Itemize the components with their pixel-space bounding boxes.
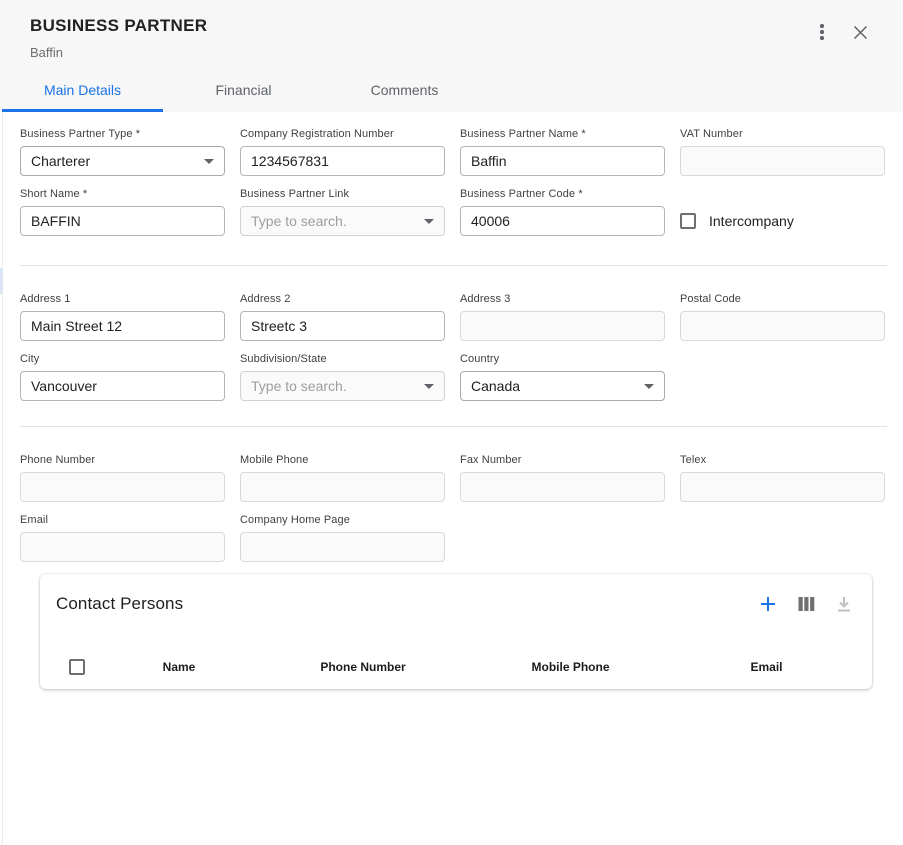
select-all-checkbox[interactable] <box>69 659 85 675</box>
vat-number-input[interactable] <box>680 146 885 176</box>
field-country: Country Canada <box>460 353 665 401</box>
placeholder-text: Type to search. <box>251 378 347 394</box>
field-label: Fax Number <box>460 454 665 467</box>
field-label: City <box>20 353 225 366</box>
company-registration-number-input[interactable] <box>240 146 445 176</box>
country-select[interactable]: Canada <box>460 371 665 401</box>
field-label: Telex <box>680 454 885 467</box>
field-address-3: Address 3 <box>460 293 665 341</box>
telex-input[interactable] <box>680 472 885 502</box>
main-details-panel: Business Partner Type * Charterer Compan… <box>0 112 903 689</box>
field-phone-number: Phone Number <box>20 454 225 502</box>
contact-persons-title: Contact Persons <box>56 594 183 614</box>
field-company-home-page: Company Home Page <box>240 514 445 562</box>
columns-icon[interactable] <box>796 594 816 614</box>
selected-value: Canada <box>471 378 520 394</box>
field-mobile-phone: Mobile Phone <box>240 454 445 502</box>
field-business-partner-code: Business Partner Code * <box>460 188 665 236</box>
add-contact-icon[interactable] <box>758 594 778 614</box>
fax-number-input[interactable] <box>460 472 665 502</box>
field-vat-number: VAT Number <box>680 128 885 176</box>
company-home-page-input[interactable] <box>240 532 445 562</box>
field-label: Business Partner Code * <box>460 188 665 201</box>
field-business-partner-link: Business Partner Link Type to search. <box>240 188 445 236</box>
field-intercompany: Intercompany <box>680 188 885 236</box>
close-icon[interactable] <box>849 21 871 43</box>
tab-financial[interactable]: Financial <box>163 70 324 112</box>
chevron-down-icon <box>424 384 434 389</box>
short-name-input[interactable] <box>20 206 225 236</box>
postal-code-input[interactable] <box>680 311 885 341</box>
column-header-mobile-phone: Mobile Phone <box>464 660 677 674</box>
field-label: Mobile Phone <box>240 454 445 467</box>
field-label: Company Home Page <box>240 514 445 527</box>
field-short-name: Short Name * <box>20 188 225 236</box>
field-label: Business Partner Link <box>240 188 445 201</box>
field-company-registration-number: Company Registration Number <box>240 128 445 176</box>
address-2-input[interactable] <box>240 311 445 341</box>
placeholder-text: Type to search. <box>251 213 347 229</box>
contact-persons-table-header: Name Phone Number Mobile Phone Email <box>40 659 872 675</box>
section-divider <box>20 265 887 266</box>
field-business-partner-type: Business Partner Type * Charterer <box>20 128 225 176</box>
business-partner-name-input[interactable] <box>460 146 665 176</box>
phone-number-input[interactable] <box>20 472 225 502</box>
field-label: Short Name * <box>20 188 225 201</box>
dialog-title: BUSINESS PARTNER <box>30 16 207 36</box>
tab-main-details[interactable]: Main Details <box>2 70 163 112</box>
field-label: Phone Number <box>20 454 225 467</box>
field-label: Company Registration Number <box>240 128 445 141</box>
contact-persons-card: Contact Persons <box>40 574 872 689</box>
tab-comments[interactable]: Comments <box>324 70 485 112</box>
business-partner-link-select[interactable]: Type to search. <box>240 206 445 236</box>
selected-value: Charterer <box>31 153 90 169</box>
dialog-subtitle: Baffin <box>30 45 63 60</box>
chevron-down-icon <box>204 159 214 164</box>
subdivision-state-select[interactable]: Type to search. <box>240 371 445 401</box>
field-label: Address 3 <box>460 293 665 306</box>
business-partner-code-input[interactable] <box>460 206 665 236</box>
column-header-name: Name <box>96 660 262 674</box>
dialog-header: BUSINESS PARTNER Baffin Main Details Fin… <box>0 0 903 112</box>
mobile-phone-input[interactable] <box>240 472 445 502</box>
field-fax-number: Fax Number <box>460 454 665 502</box>
section-divider <box>20 426 887 427</box>
email-input[interactable] <box>20 532 225 562</box>
field-label: Address 1 <box>20 293 225 306</box>
field-address-2: Address 2 <box>240 293 445 341</box>
column-header-email: Email <box>677 660 856 674</box>
field-label: Country <box>460 353 665 366</box>
kebab-menu-icon[interactable] <box>812 21 832 43</box>
field-city: City <box>20 353 225 401</box>
intercompany-checkbox[interactable] <box>680 213 696 229</box>
field-address-1: Address 1 <box>20 293 225 341</box>
business-partner-type-select[interactable]: Charterer <box>20 146 225 176</box>
field-label: VAT Number <box>680 128 885 141</box>
field-label: Postal Code <box>680 293 885 306</box>
field-label: Business Partner Type * <box>20 128 225 141</box>
download-icon[interactable] <box>834 594 854 614</box>
field-label: Email <box>20 514 225 527</box>
field-label: Subdivision/State <box>240 353 445 366</box>
field-postal-code: Postal Code <box>680 293 885 341</box>
field-email: Email <box>20 514 225 562</box>
address-1-input[interactable] <box>20 311 225 341</box>
tab-bar: Main Details Financial Comments <box>2 70 485 112</box>
field-business-partner-name: Business Partner Name * <box>460 128 665 176</box>
field-label: Business Partner Name * <box>460 128 665 141</box>
intercompany-label: Intercompany <box>709 213 794 229</box>
address-3-input[interactable] <box>460 311 665 341</box>
field-telex: Telex <box>680 454 885 502</box>
column-header-phone-number: Phone Number <box>262 660 464 674</box>
field-label: Address 2 <box>240 293 445 306</box>
field-subdivision-state: Subdivision/State Type to search. <box>240 353 445 401</box>
chevron-down-icon <box>424 219 434 224</box>
city-input[interactable] <box>20 371 225 401</box>
chevron-down-icon <box>644 384 654 389</box>
